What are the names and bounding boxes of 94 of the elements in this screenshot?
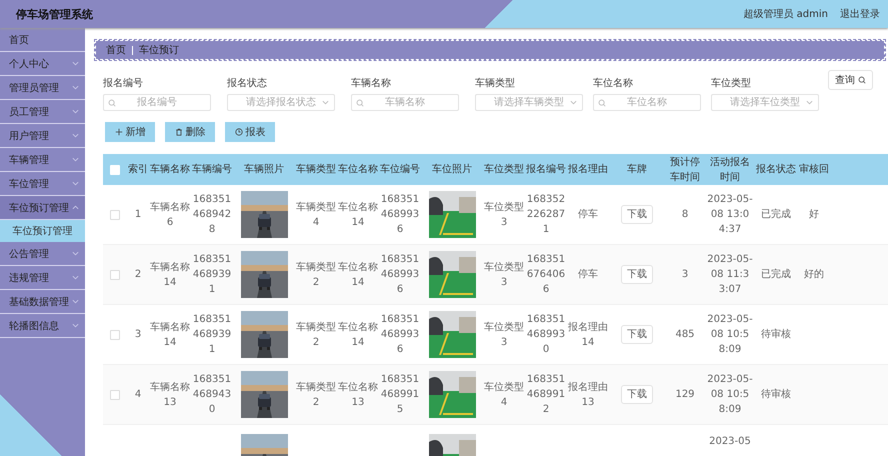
- download-button[interactable]: 下载: [621, 325, 653, 344]
- sidebar-item[interactable]: 车位预订管理: [0, 196, 85, 220]
- spot-type-cell-text: 车位类型3: [484, 260, 524, 290]
- filter-label: 车辆名称: [351, 76, 392, 90]
- filter-label: 报名状态: [227, 76, 268, 90]
- signup-time-cell-text: 2023-05-08 10:58:09: [706, 313, 754, 357]
- column-header: 车辆名称: [150, 162, 190, 177]
- spot-name-cell-text: 车位名称14: [338, 200, 378, 230]
- vehicle-number-cell-text: 1683514689428: [192, 193, 232, 237]
- signup-time-cell-text: 2023-05: [709, 435, 751, 449]
- filter-label: 车辆类型: [475, 76, 516, 90]
- spot-name-cell-text: 车位名称13: [338, 380, 378, 410]
- signup-number-cell-text: 1683522262871: [526, 193, 566, 237]
- column-header: 报名状态: [756, 162, 796, 177]
- vehicle-name-cell-text: 车辆名称14: [150, 320, 190, 350]
- app-title: 停车场管理系统: [16, 6, 94, 22]
- vehicle-number-cell-text: 1683514689391: [192, 313, 232, 357]
- vehicle-name-cell-text: 车辆名称13: [150, 380, 190, 410]
- column-header: 车辆照片: [244, 162, 284, 177]
- search-field[interactable]: 车位名称: [593, 94, 701, 111]
- spot-type-cell-text: 车位类型4: [484, 380, 524, 410]
- column-header: 预计停车时间: [669, 156, 701, 184]
- download-button[interactable]: 下载: [621, 385, 653, 404]
- signup-time-cell-text: 2023-05-08 10:58:09: [706, 373, 754, 417]
- reply-cell-text: 好: [809, 208, 819, 222]
- signup-time-cell-text: 2023-05-08 13:04:37: [706, 193, 754, 237]
- spot-name-cell-text: 车位名称14: [338, 320, 378, 350]
- spot-number-cell-text: 1683514689915: [380, 373, 420, 417]
- select-field[interactable]: 请选择报名状态: [227, 94, 335, 111]
- signup-time-cell-text: 2023-05-08 11:33:07: [706, 253, 754, 297]
- column-header: 车位类型: [484, 162, 524, 177]
- spot-name-cell-text: 车位名称14: [338, 260, 378, 290]
- spot-number-cell-text: 1683514689936: [380, 313, 420, 357]
- vehicle-type-cell-text: 车辆类型4: [296, 200, 336, 230]
- spot-type-cell-text: 车位类型3: [484, 200, 524, 230]
- signup-number-cell-text: 1683516764066: [526, 253, 566, 297]
- download-button[interactable]: 下载: [621, 205, 653, 224]
- vehicle-name-cell-text: 车辆名称6: [150, 200, 190, 230]
- signup-number-cell-text: 1683514689912: [526, 373, 566, 417]
- status-cell-text: 待审核: [761, 328, 791, 342]
- column-header: 索引: [128, 162, 148, 177]
- parking-hours-cell-text: 3: [682, 268, 688, 282]
- select-field[interactable]: 请选择车辆类型: [475, 94, 583, 111]
- search-field[interactable]: 报名编号: [103, 94, 211, 111]
- status-cell-text: 已完成: [761, 208, 791, 222]
- column-header: 报名理由: [568, 162, 608, 177]
- action-button[interactable]: 新增: [107, 124, 153, 140]
- filter-label: 车位名称: [593, 76, 634, 90]
- signup-number-cell-text: 1683514689930: [526, 313, 566, 357]
- column-header: 车辆编号: [192, 162, 232, 177]
- parking-hours-cell-text: 485: [675, 328, 695, 342]
- logout-link[interactable]: 退出登录: [840, 7, 880, 21]
- index-cell-text: 1: [134, 208, 142, 222]
- spot-type-cell-text: 车位类型3: [484, 320, 524, 350]
- column-header: 车辆类型: [296, 162, 336, 177]
- vehicle-type-cell-text: 车辆类型2: [296, 260, 336, 290]
- action-button[interactable]: 删除: [167, 124, 213, 140]
- reply-cell-text: 好的: [804, 268, 824, 282]
- filter-label: 车位类型: [711, 76, 752, 90]
- column-header: 报名编号: [526, 162, 566, 177]
- breadcrumb-item[interactable]: 首页: [106, 43, 126, 57]
- reason-cell-text: 停车: [578, 208, 598, 222]
- vehicle-type-cell-text: 车辆类型2: [296, 380, 336, 410]
- column-header: 车牌: [627, 162, 647, 177]
- search-field[interactable]: 车辆名称: [351, 94, 459, 111]
- sidebar-subitem[interactable]: 车位预订管理: [0, 220, 85, 242]
- column-header: 车位名称: [338, 162, 378, 177]
- breadcrumb-item[interactable]: 车位预订: [139, 43, 179, 57]
- filter-label: 报名编号: [103, 76, 144, 90]
- vehicle-number-cell-text: 1683514689391: [192, 253, 232, 297]
- status-cell-text: 已完成: [761, 268, 791, 282]
- parking-hours-cell-text: 129: [675, 388, 695, 402]
- action-button[interactable]: 报表: [227, 124, 273, 140]
- status-cell-text: 待审核: [761, 388, 791, 402]
- vehicle-type-cell-text: 车辆类型2: [296, 320, 336, 350]
- index-cell-text: 4: [134, 388, 142, 402]
- index-cell-text: 2: [134, 268, 142, 282]
- user-label: 超级管理员 admin: [743, 8, 828, 21]
- vehicle-name-cell-text: 车辆名称14: [150, 260, 190, 290]
- column-header: 审核回: [799, 162, 829, 177]
- parking-hours-cell-text: 8: [682, 208, 688, 222]
- select-field[interactable]: 请选择车位类型: [711, 94, 819, 111]
- column-header: 车位编号: [380, 162, 420, 177]
- vehicle-number-cell-text: 1683514689430: [192, 373, 232, 417]
- spot-number-cell-text: 1683514689936: [380, 193, 420, 237]
- column-header: 车位照片: [432, 162, 472, 177]
- reason-cell-text: 停车: [578, 268, 598, 282]
- query-button[interactable]: 查询: [828, 70, 873, 90]
- spot-number-cell-text: 1683514689936: [380, 253, 420, 297]
- download-button[interactable]: 下载: [621, 265, 653, 284]
- reason-cell-text: 报名理由14: [568, 320, 608, 350]
- index-cell-text: 3: [134, 328, 142, 342]
- reason-cell-text: 报名理由13: [568, 380, 608, 410]
- column-header: 活动报名时间: [709, 156, 751, 184]
